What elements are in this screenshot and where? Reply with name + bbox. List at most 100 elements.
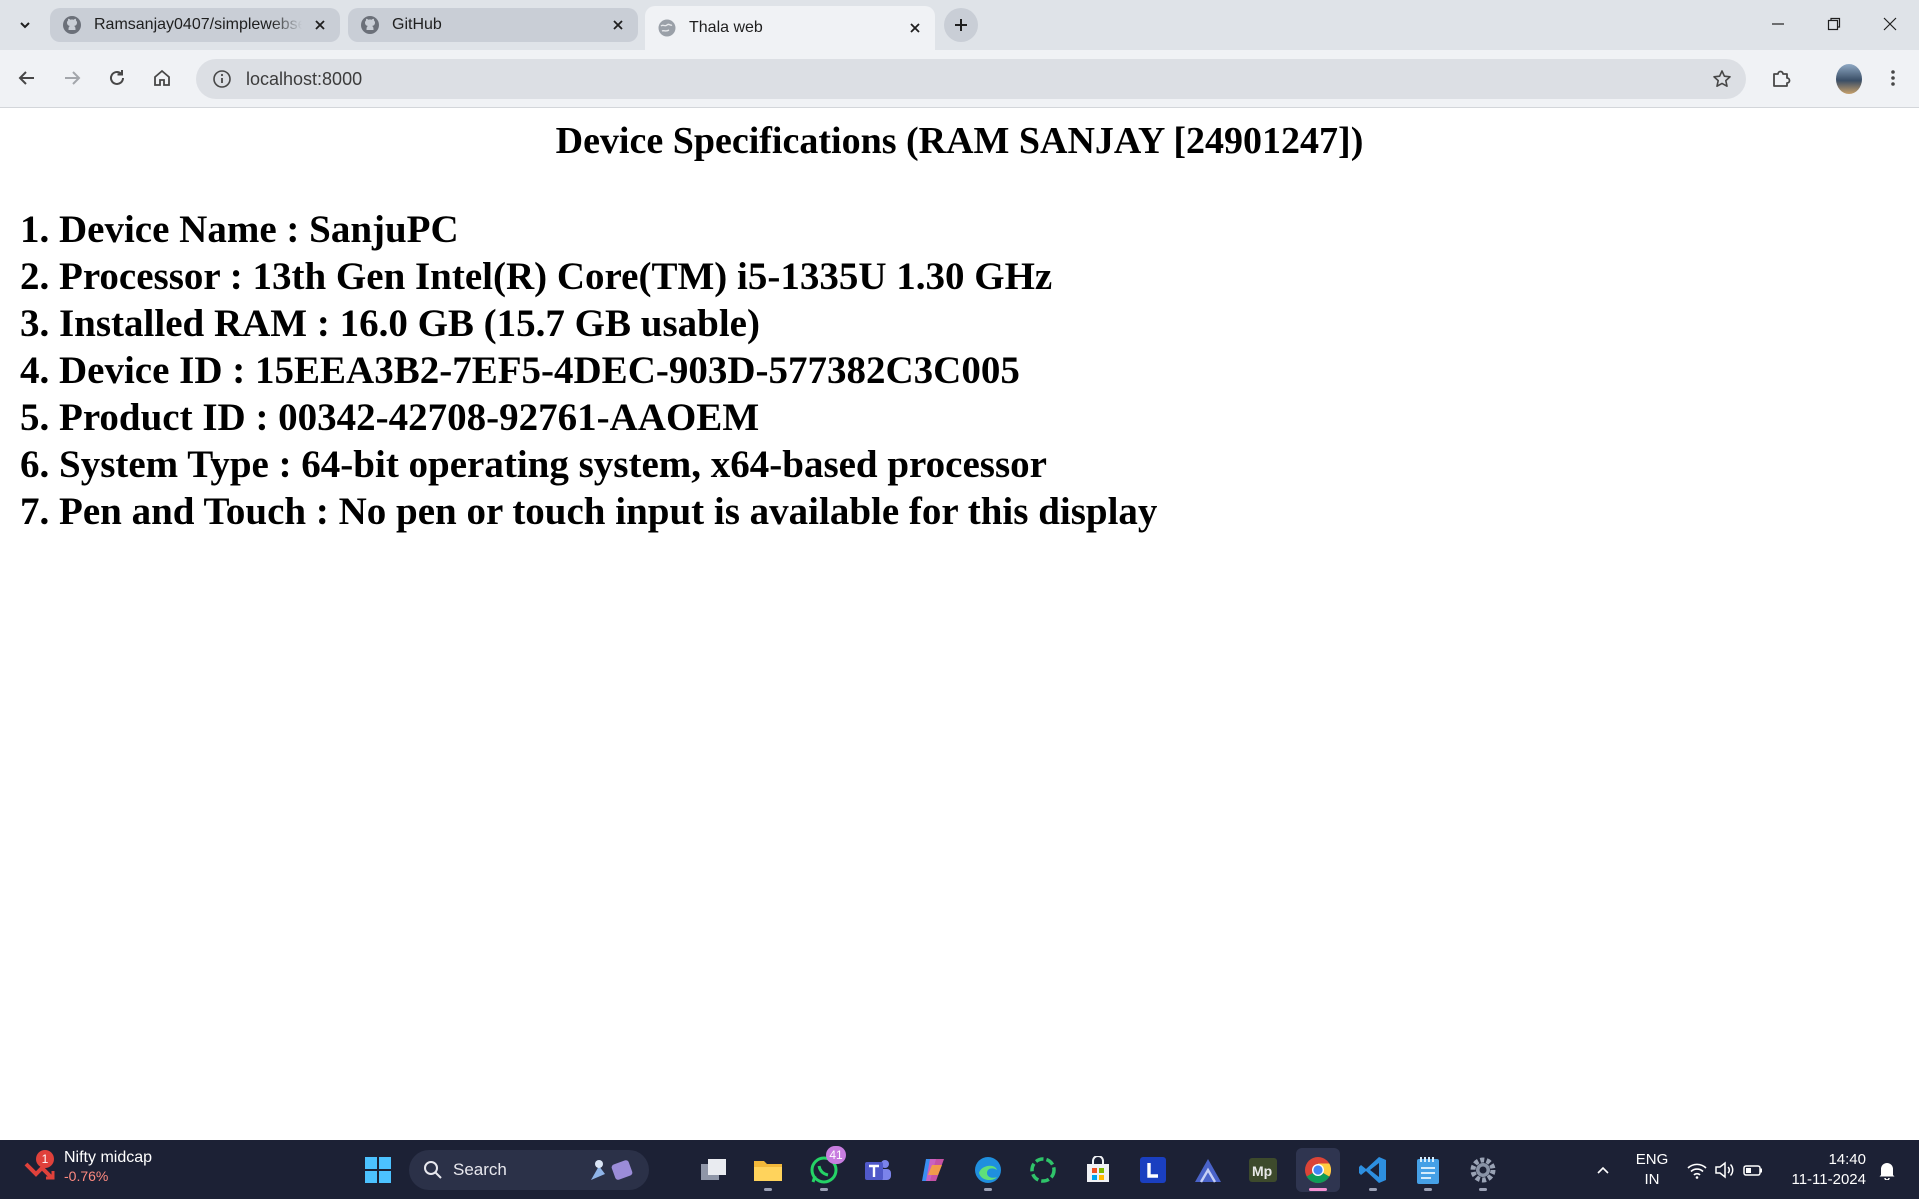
whatsapp-button[interactable]: 41	[802, 1146, 846, 1192]
puzzle-icon	[1773, 70, 1791, 87]
widget-title: Nifty midcap	[64, 1149, 153, 1166]
show-hidden-icons-button[interactable]	[1588, 1140, 1618, 1199]
bell-icon	[1879, 1162, 1895, 1180]
tab-search-button[interactable]	[12, 12, 38, 38]
minimize-icon	[1772, 23, 1784, 25]
minimize-button[interactable]	[1750, 0, 1806, 48]
close-icon	[613, 20, 623, 30]
running-indicator	[764, 1188, 772, 1191]
l-app-icon	[1140, 1157, 1166, 1183]
file-explorer-button[interactable]	[746, 1148, 790, 1192]
clock[interactable]: 14:40 11-11-2024	[1776, 1150, 1866, 1190]
spec-processor: 2. Processor : 13th Gen Intel(R) Core(TM…	[20, 255, 1053, 298]
clock-time: 14:40	[1828, 1151, 1866, 1168]
tab-github-repo[interactable]: Ramsanjay0407/simplewebserv	[50, 8, 340, 42]
web-page: Device Specifications (RAM SANJAY [24901…	[0, 109, 1919, 1140]
close-tab-button[interactable]	[310, 15, 330, 35]
extensions-button[interactable]	[1763, 60, 1799, 96]
microsoft-store-icon	[1087, 1156, 1109, 1182]
github-icon	[361, 16, 379, 34]
vscode-button[interactable]	[1351, 1148, 1395, 1192]
running-indicator	[820, 1188, 828, 1191]
settings-icon	[1470, 1157, 1496, 1183]
notifications-button[interactable]	[1872, 1140, 1902, 1199]
svg-text:Mp: Mp	[1252, 1163, 1272, 1179]
arrow-left-icon	[18, 71, 34, 85]
url-text[interactable]: localhost:8000	[246, 69, 362, 90]
tab-title: Thala web	[689, 19, 763, 36]
l-app-button[interactable]	[1131, 1148, 1175, 1192]
task-view-icon	[701, 1159, 726, 1180]
profile-avatar[interactable]	[1836, 64, 1862, 94]
copilot-button[interactable]	[911, 1148, 955, 1192]
globe-icon	[658, 19, 676, 37]
close-window-button[interactable]	[1862, 0, 1918, 48]
chrome-icon	[1305, 1157, 1332, 1184]
settings-button[interactable]	[1461, 1148, 1505, 1192]
teams-button[interactable]	[856, 1148, 900, 1192]
stock-widget[interactable]: 1 Nifty midcap -0.76%	[22, 1148, 152, 1186]
input-language-button[interactable]: ENG IN	[1630, 1150, 1674, 1190]
spec-list: 1. Device Name : SanjuPC 2. Processor : …	[20, 206, 1157, 535]
start-button[interactable]	[356, 1148, 400, 1192]
close-tab-button[interactable]	[608, 15, 628, 35]
taskbar-search[interactable]: Search	[409, 1150, 649, 1190]
quick-settings-button[interactable]	[1684, 1140, 1766, 1199]
vscode-icon	[1359, 1157, 1386, 1183]
battery-icon	[1743, 1164, 1762, 1176]
mountain-app-button[interactable]	[1186, 1148, 1230, 1192]
tab-thala-web[interactable]: Thala web	[645, 6, 935, 50]
tab-github[interactable]: GitHub	[348, 8, 638, 42]
close-icon	[315, 20, 325, 30]
search-label: Search	[453, 1160, 507, 1179]
edge-icon	[975, 1157, 1001, 1183]
reload-icon	[110, 70, 124, 85]
edge-button[interactable]	[966, 1148, 1010, 1192]
copilot-icon	[922, 1159, 944, 1181]
chevron-up-icon	[1597, 1166, 1609, 1174]
forward-button[interactable]	[54, 60, 90, 96]
restore-icon	[1827, 17, 1841, 31]
spec-installed-ram: 3. Installed RAM : 16.0 GB (15.7 GB usab…	[20, 302, 760, 345]
teams-icon	[865, 1160, 891, 1180]
running-indicator	[1369, 1188, 1377, 1191]
running-indicator	[984, 1188, 992, 1191]
mountain-app-icon	[1195, 1159, 1221, 1183]
back-button[interactable]	[9, 60, 45, 96]
more-vertical-icon	[1891, 70, 1895, 86]
notepad-icon	[1417, 1157, 1439, 1184]
wifi-icon	[1687, 1163, 1707, 1179]
windows-taskbar: 1 Nifty midcap -0.76% Search 41 Mp ENG I…	[0, 1140, 1919, 1199]
tab-strip: Ramsanjay0407/simplewebserv GitHub Thala…	[0, 0, 1919, 50]
running-indicator	[1479, 1188, 1487, 1191]
stock-chart-icon: 1	[22, 1150, 56, 1184]
star-icon	[1713, 70, 1731, 87]
browser-menu-button[interactable]	[1875, 60, 1911, 96]
circle-app-icon	[1030, 1157, 1056, 1183]
new-tab-button[interactable]	[944, 8, 978, 42]
home-button[interactable]	[144, 60, 180, 96]
address-bar[interactable]: localhost:8000	[196, 59, 1746, 99]
close-icon	[1883, 17, 1897, 31]
github-icon	[63, 16, 81, 34]
mp-app-button[interactable]: Mp	[1241, 1148, 1285, 1192]
widget-change: -0.76%	[64, 1168, 109, 1184]
microsoft-store-button[interactable]	[1076, 1148, 1120, 1192]
bookmark-button[interactable]	[1710, 67, 1734, 91]
home-icon	[154, 69, 170, 86]
restore-button[interactable]	[1806, 0, 1862, 48]
search-highlight-icon	[591, 1160, 633, 1180]
spec-device-id: 4. Device ID : 15EEA3B2-7EF5-4DEC-903D-5…	[20, 349, 1020, 392]
close-tab-button[interactable]	[905, 18, 925, 38]
task-view-button[interactable]	[692, 1148, 736, 1192]
circle-app-button[interactable]	[1021, 1148, 1065, 1192]
spec-pen-touch: 7. Pen and Touch : No pen or touch input…	[20, 490, 1158, 533]
reload-button[interactable]	[99, 60, 135, 96]
notepad-button[interactable]	[1406, 1148, 1450, 1192]
chevron-down-icon	[20, 22, 30, 29]
search-icon	[424, 1161, 442, 1179]
chrome-button[interactable]	[1296, 1148, 1340, 1192]
spec-device-name: 1. Device Name : SanjuPC	[20, 208, 459, 251]
spec-product-id: 5. Product ID : 00342-42708-92761-AAOEM	[20, 396, 760, 439]
site-info-button[interactable]	[202, 59, 242, 99]
